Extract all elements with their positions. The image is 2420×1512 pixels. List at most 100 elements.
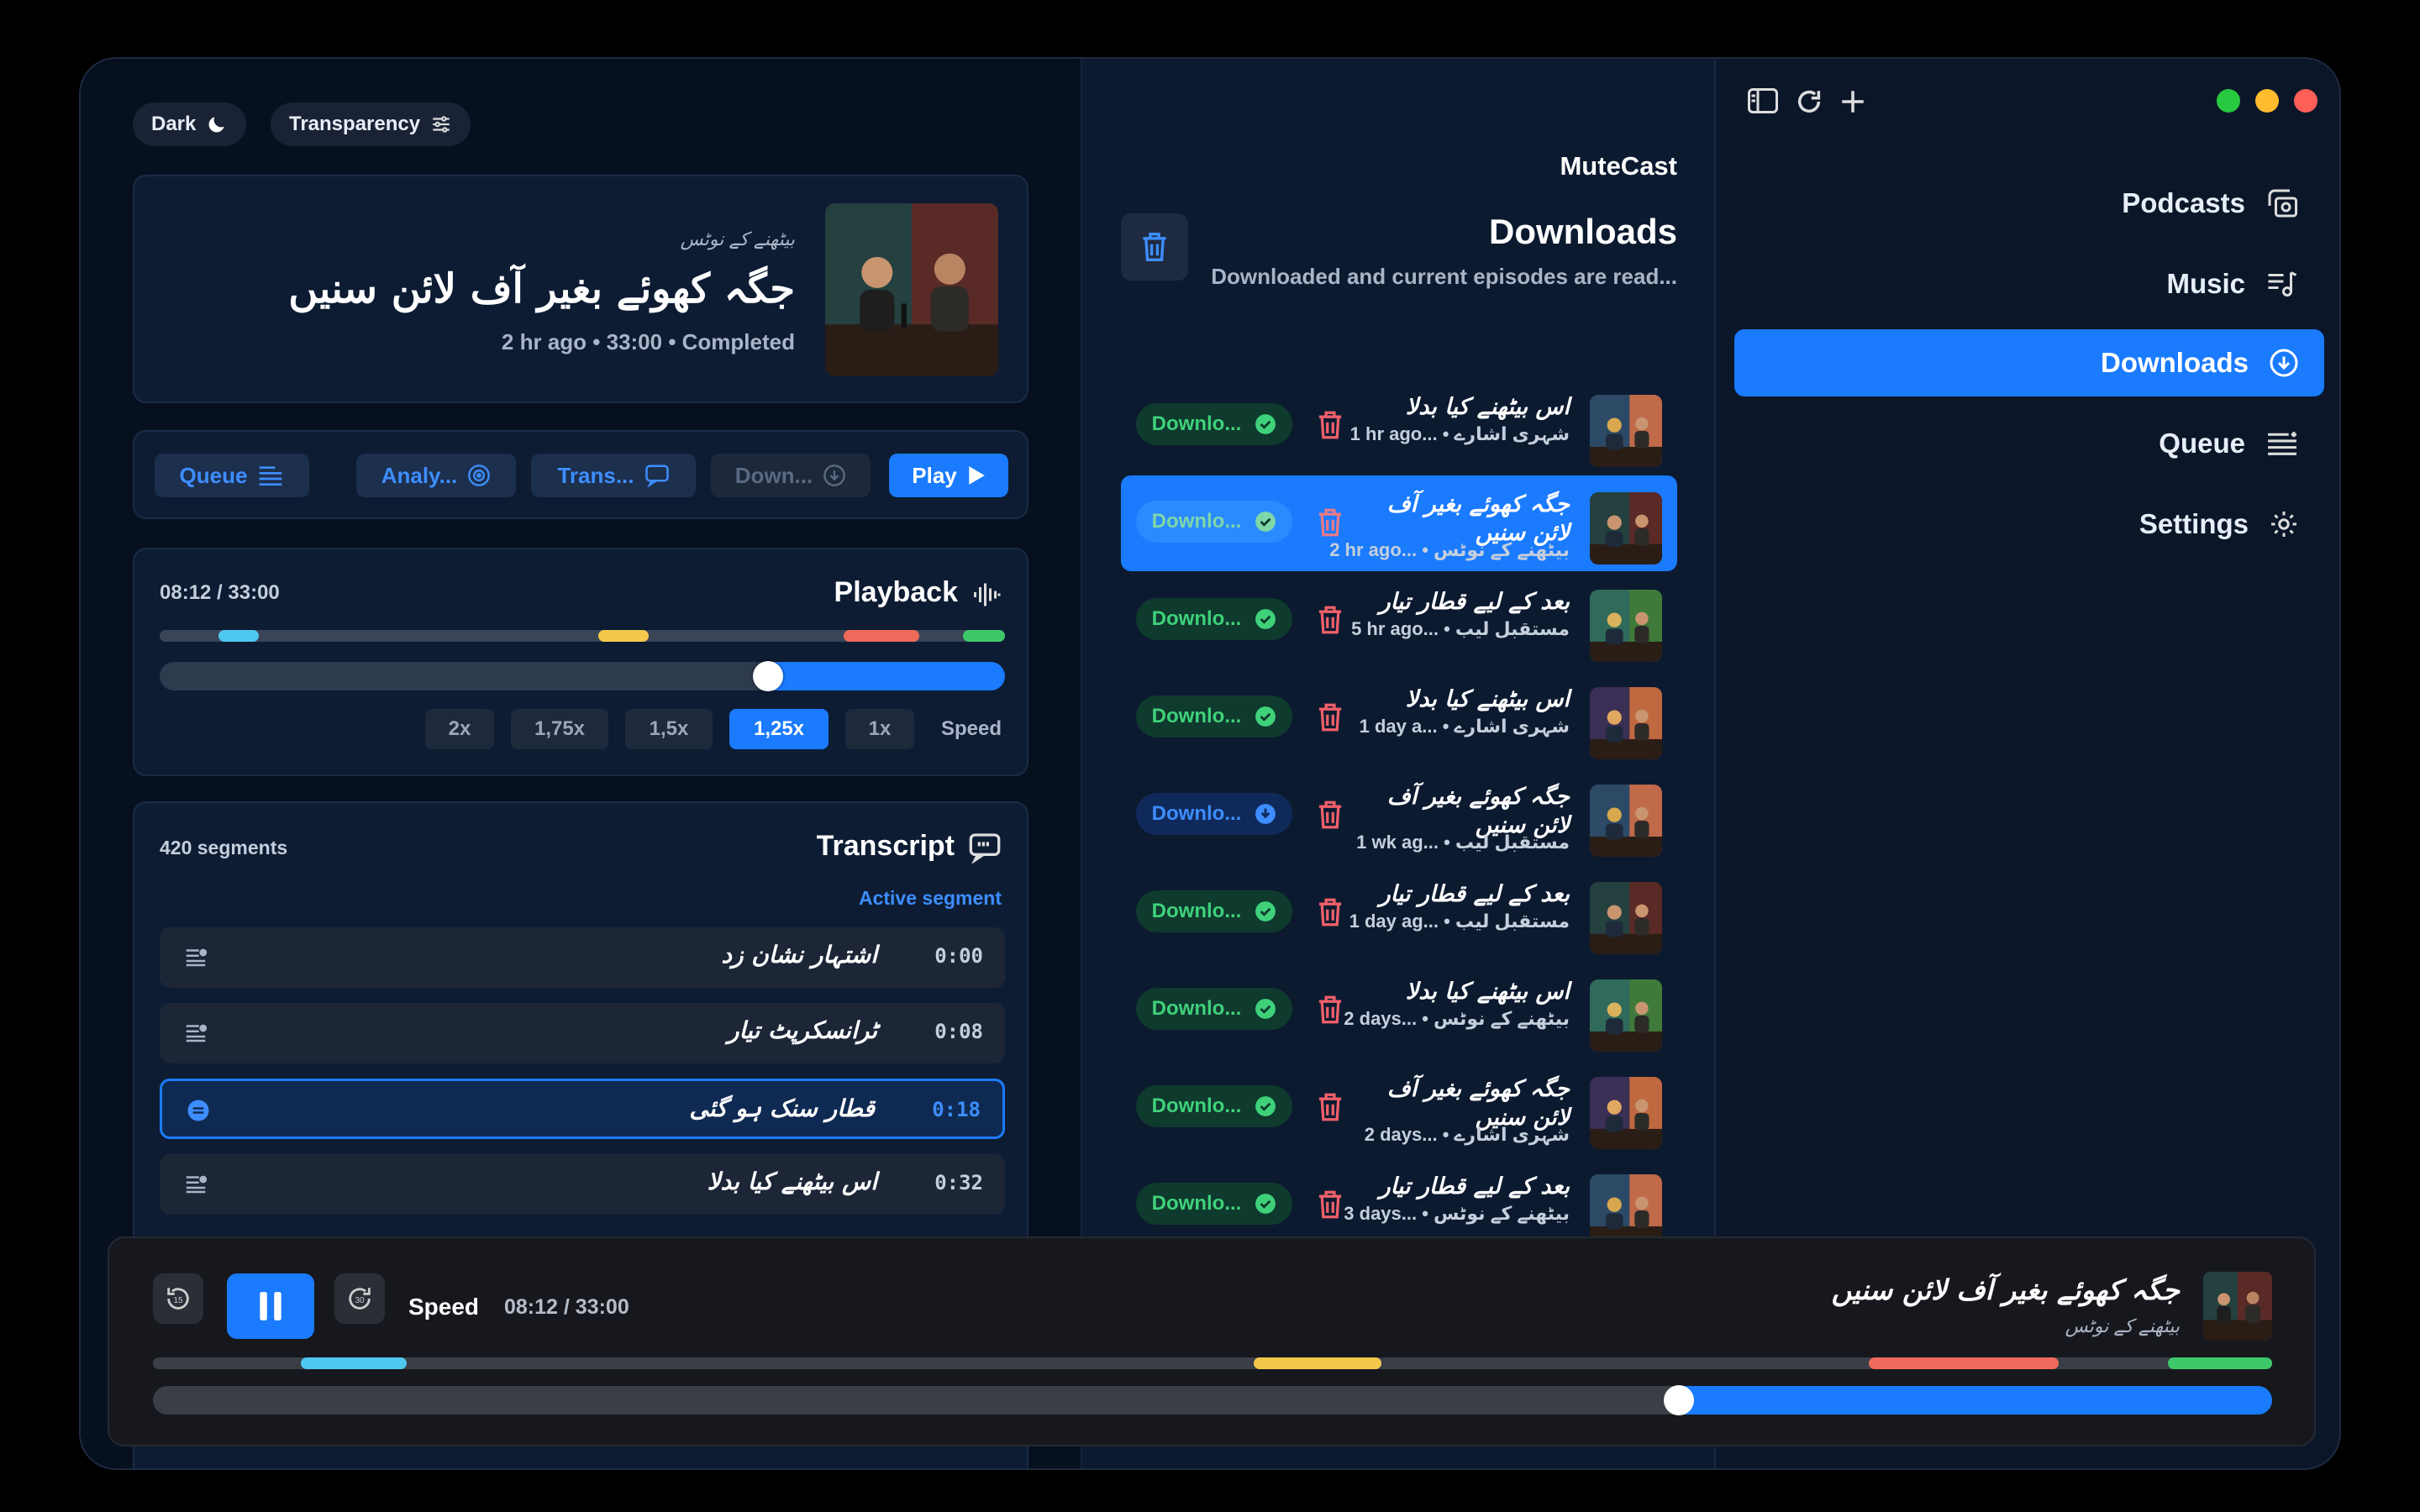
delete-all-button[interactable]: [1121, 213, 1188, 281]
dark-label: Dark: [151, 113, 197, 135]
transparency-label: Transparency: [289, 113, 421, 135]
sidebar-toggle-icon[interactable]: [1748, 87, 1778, 114]
download-status-pill[interactable]: Downlo...: [1136, 890, 1292, 932]
download-status-label: Downlo...: [1151, 802, 1242, 825]
trash-icon[interactable]: [1316, 702, 1344, 732]
play-button[interactable]: Play: [889, 454, 1008, 497]
sidebar-item-settings[interactable]: Settings: [1734, 491, 2324, 558]
player-segment-markers: [153, 1357, 2272, 1369]
speed-2x-button[interactable]: 2x: [425, 709, 494, 749]
actions-toolbar: Queue Analy... Trans... Down... Play: [133, 430, 1028, 519]
trash-icon[interactable]: [1316, 1189, 1344, 1220]
progress-fill: [768, 662, 1005, 690]
download-item[interactable]: Downlo... جگہ کھوئے بغیر آف لائن سنیں 1 wk…: [1121, 768, 1677, 864]
transparency-toggle[interactable]: Transparency: [271, 102, 471, 146]
gear-icon: [2271, 512, 2296, 537]
target-icon: [468, 465, 491, 486]
trash-icon[interactable]: [1316, 410, 1344, 440]
transcript-row-active[interactable]: قطار سنک ہو گئی 0:18: [160, 1079, 1005, 1139]
pause-button[interactable]: [227, 1273, 314, 1339]
download-item[interactable]: Downlo... بعد کے لیے قطار تیار 1 day ag...…: [1121, 865, 1677, 961]
queue-icon: [260, 466, 282, 486]
transcript-text: قطار سنک ہو گئی: [689, 1095, 875, 1122]
download-item[interactable]: Downlo... بعد کے لیے قطار تیار 5 hr ago...…: [1121, 573, 1677, 669]
play-icon: [969, 466, 985, 485]
transcript-button[interactable]: Trans...: [531, 454, 696, 497]
check-circle-icon: [1255, 609, 1276, 629]
playback-card: 08:12 / 33:00 Playback 2x 1,75x 1,5x 1,2…: [133, 548, 1028, 776]
download-status-pill[interactable]: Downlo...: [1136, 598, 1292, 640]
transcript-time: 0:08: [934, 1020, 983, 1043]
sidebar-item-label: Settings: [2139, 508, 2249, 539]
check-circle-icon: [1255, 901, 1276, 921]
download-status-pill[interactable]: Downlo...: [1136, 696, 1292, 738]
transcript-row[interactable]: اشتہار نشان زد 0:00: [160, 927, 1005, 988]
download-status-label: Downlo...: [1151, 1095, 1242, 1117]
speed-1x-button[interactable]: 1x: [845, 709, 914, 749]
download-circle-icon: [1255, 804, 1276, 824]
trash-icon[interactable]: [1316, 897, 1344, 927]
trash-icon[interactable]: [1316, 507, 1344, 538]
playback-progress-slider[interactable]: [160, 661, 1005, 691]
download-status-pill[interactable]: Downlo...: [1136, 403, 1292, 445]
download-status-pill[interactable]: Downlo...: [1136, 988, 1292, 1030]
transcript-text: ٹرانسکرپٹ تیار: [727, 1016, 877, 1044]
progress-knob[interactable]: [753, 661, 783, 691]
quote-bubble-icon: [644, 465, 669, 487]
download-title: بعد کے لیے قطار تیار: [1379, 589, 1570, 615]
progress-knob[interactable]: [1664, 1385, 1694, 1415]
sidebar-item-downloads[interactable]: Downloads: [1734, 329, 2324, 396]
trash-icon[interactable]: [1316, 800, 1344, 830]
queue-button[interactable]: Queue: [155, 454, 309, 497]
sidebar-item-queue[interactable]: Queue: [1734, 410, 2324, 477]
download-item[interactable]: Downlo... جگہ کھوئے بغیر آف لائن سنیں 2 hr…: [1121, 475, 1677, 571]
download-status-pill[interactable]: Downlo...: [1136, 793, 1292, 835]
player-progress-slider[interactable]: [153, 1385, 2272, 1415]
segment-marker-red: [844, 630, 919, 642]
svg-text:30: 30: [355, 1296, 365, 1305]
segment-marker-green: [2168, 1357, 2272, 1369]
speed-1-5x-button[interactable]: 1,5x: [625, 709, 713, 749]
now-playing-card: بیٹھنے کے نوٹس جگہ کھوئے بغیر آف لائن سن…: [133, 175, 1028, 403]
speed-1-25x-button[interactable]: 1,25x: [729, 709, 829, 749]
add-icon[interactable]: [1839, 87, 1867, 116]
segment-count: 420 segments: [160, 837, 288, 858]
download-item[interactable]: Downlo... جگہ کھوئے بغیر آف لائن سنیں 2 da…: [1121, 1060, 1677, 1156]
download-status-pill[interactable]: Downlo...: [1136, 1085, 1292, 1127]
download-meta: 1 hr ago... • شہری اشارے: [1349, 423, 1570, 444]
trash-icon[interactable]: [1316, 995, 1344, 1025]
quote-bubble-icon: [969, 833, 1001, 864]
music-icon: [2268, 271, 2297, 297]
download-status-pill[interactable]: Downlo...: [1136, 501, 1292, 543]
transcript-row[interactable]: اس بیٹھنے کیا بدلا 0:32: [160, 1154, 1005, 1215]
download-status-label: Downlo...: [1151, 412, 1242, 435]
close-window-button[interactable]: [2294, 89, 2317, 113]
playback-title: Playback: [834, 576, 958, 608]
download-item[interactable]: Downlo... اس بیٹھنے کیا بدلا 2 days... • ب…: [1121, 963, 1677, 1058]
sidebar-item-music[interactable]: Music: [1734, 250, 2324, 318]
skip-back-button[interactable]: 15: [153, 1273, 203, 1324]
download-button[interactable]: Down...: [711, 454, 871, 497]
text-lines-icon: [186, 1024, 208, 1042]
trash-icon[interactable]: [1316, 605, 1344, 635]
transcript-row[interactable]: ٹرانسکرپٹ تیار 0:08: [160, 1003, 1005, 1063]
download-item[interactable]: Downlo... اس بیٹھنے کیا بدلا 1 day a... • …: [1121, 670, 1677, 766]
skip-forward-button[interactable]: 30: [334, 1273, 385, 1324]
refresh-icon[interactable]: [1795, 87, 1823, 116]
download-item[interactable]: Downlo... اس بیٹھنے کیا بدلا 1 hr ago... •…: [1121, 378, 1677, 474]
player-time: 08:12 / 33:00: [504, 1295, 629, 1319]
player-speed-label[interactable]: Speed: [408, 1294, 479, 1320]
speed-1-75x-button[interactable]: 1,75x: [511, 709, 608, 749]
trash-icon[interactable]: [1316, 1092, 1344, 1122]
download-status-pill[interactable]: Downlo...: [1136, 1183, 1292, 1225]
analyze-button[interactable]: Analy...: [356, 454, 516, 497]
sidebar-item-podcasts[interactable]: Podcasts: [1734, 170, 2324, 237]
active-segment-link[interactable]: Active segment: [859, 887, 1002, 910]
minimize-window-button[interactable]: [2255, 89, 2279, 113]
dark-mode-toggle[interactable]: Dark: [133, 102, 247, 146]
downloads-subtitle: Downloaded and current episodes are read…: [1211, 264, 1677, 289]
download-status-label: Downlo...: [1151, 607, 1242, 630]
zoom-window-button[interactable]: [2217, 89, 2240, 113]
text-lines-icon: [186, 1175, 208, 1194]
segment-marker-cyan: [218, 630, 259, 642]
